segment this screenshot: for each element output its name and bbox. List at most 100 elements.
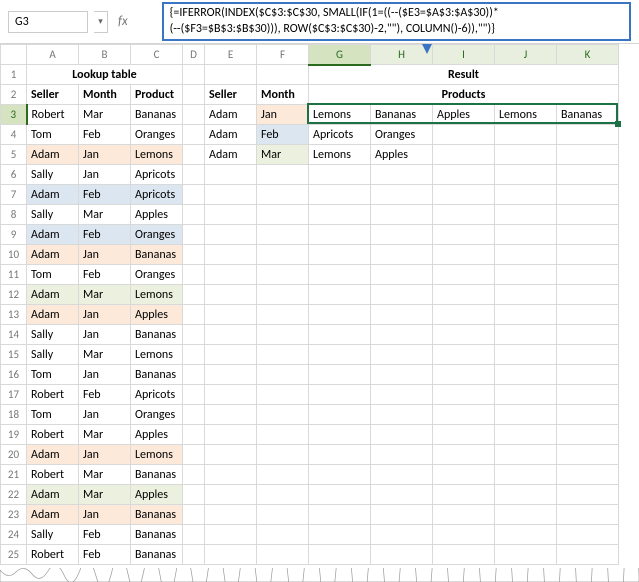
cell-A17[interactable]: Robert <box>27 385 79 405</box>
cell-B22[interactable]: Mar <box>79 485 131 505</box>
row-header-11[interactable]: 11 <box>1 265 27 285</box>
cell-K14[interactable] <box>557 325 619 345</box>
hdr-product[interactable]: Product <box>131 85 183 105</box>
cell-H15[interactable] <box>371 345 433 365</box>
cell-J8[interactable] <box>495 205 557 225</box>
cell-E13[interactable] <box>205 305 257 325</box>
cell-K11[interactable] <box>557 265 619 285</box>
cell-K16[interactable] <box>557 365 619 385</box>
cell-G19[interactable] <box>309 425 371 445</box>
cell-K3[interactable]: Bananas <box>557 105 619 125</box>
cell-K12[interactable] <box>557 285 619 305</box>
col-header-F[interactable]: F <box>257 45 309 65</box>
cell-I23[interactable] <box>433 505 495 525</box>
cell-B12[interactable]: Mar <box>79 285 131 305</box>
cell-B19[interactable]: Mar <box>79 425 131 445</box>
cell-C9[interactable]: Oranges <box>131 225 183 245</box>
cell-J16[interactable] <box>495 365 557 385</box>
cell-G21[interactable] <box>309 465 371 485</box>
cell-J3[interactable]: Lemons <box>495 105 557 125</box>
cell-J23[interactable] <box>495 505 557 525</box>
cell-B14[interactable]: Jan <box>79 325 131 345</box>
row-header-20[interactable]: 20 <box>1 445 27 465</box>
cell-C14[interactable]: Bananas <box>131 325 183 345</box>
cell-K13[interactable] <box>557 305 619 325</box>
col-header-K[interactable]: K <box>557 45 619 65</box>
cell-A3[interactable]: Robert <box>27 105 79 125</box>
name-box[interactable]: G3 <box>8 11 88 33</box>
cell-C23[interactable]: Bananas <box>131 505 183 525</box>
cell-C11[interactable]: Oranges <box>131 265 183 285</box>
cell-F5[interactable]: Mar <box>257 145 309 165</box>
cell-G3[interactable]: Lemons <box>309 105 371 125</box>
row-header-19[interactable]: 19 <box>1 425 27 445</box>
cell-G25[interactable] <box>309 545 371 565</box>
cell-A25[interactable]: Robert <box>27 545 79 565</box>
cell-A4[interactable]: Tom <box>27 125 79 145</box>
cell-B7[interactable]: Feb <box>79 185 131 205</box>
cell-F22[interactable] <box>257 485 309 505</box>
cell-H18[interactable] <box>371 405 433 425</box>
cell-I21[interactable] <box>433 465 495 485</box>
cell-F25[interactable] <box>257 545 309 565</box>
cell-E5[interactable]: Adam <box>205 145 257 165</box>
cell-K6[interactable] <box>557 165 619 185</box>
cell-E24[interactable] <box>205 525 257 545</box>
cell-J20[interactable] <box>495 445 557 465</box>
cell-A12[interactable]: Adam <box>27 285 79 305</box>
cell-J18[interactable] <box>495 405 557 425</box>
cell-B15[interactable]: Mar <box>79 345 131 365</box>
lookup-table-title[interactable]: Lookup table <box>27 65 183 85</box>
cell-A7[interactable]: Adam <box>27 185 79 205</box>
cell-D20[interactable] <box>183 445 205 465</box>
cell-C5[interactable]: Lemons <box>131 145 183 165</box>
cell-J21[interactable] <box>495 465 557 485</box>
col-header-J[interactable]: J <box>495 45 557 65</box>
cell-D4[interactable] <box>183 125 205 145</box>
cell-G17[interactable] <box>309 385 371 405</box>
cell-C15[interactable]: Lemons <box>131 345 183 365</box>
cell-J5[interactable] <box>495 145 557 165</box>
cell-G12[interactable] <box>309 285 371 305</box>
cell-A8[interactable]: Sally <box>27 205 79 225</box>
cell-F24[interactable] <box>257 525 309 545</box>
cell-B10[interactable]: Jan <box>79 245 131 265</box>
cell-A10[interactable]: Adam <box>27 245 79 265</box>
cell-K17[interactable] <box>557 385 619 405</box>
cell-B17[interactable]: Feb <box>79 385 131 405</box>
row-header-24[interactable]: 24 <box>1 525 27 545</box>
row-header-8[interactable]: 8 <box>1 205 27 225</box>
cell-F7[interactable] <box>257 185 309 205</box>
cell-I8[interactable] <box>433 205 495 225</box>
select-all-corner[interactable] <box>1 45 27 65</box>
cell-J13[interactable] <box>495 305 557 325</box>
col-header-C[interactable]: C <box>131 45 183 65</box>
cell-A11[interactable]: Tom <box>27 265 79 285</box>
cell-H21[interactable] <box>371 465 433 485</box>
cell-I19[interactable] <box>433 425 495 445</box>
cell-G11[interactable] <box>309 265 371 285</box>
cell-F14[interactable] <box>257 325 309 345</box>
cell-I20[interactable] <box>433 445 495 465</box>
cell-K20[interactable] <box>557 445 619 465</box>
cell-G13[interactable] <box>309 305 371 325</box>
formula-bar[interactable]: {=IFERROR(INDEX($C$3:$C$30, SMALL(IF(1=(… <box>162 2 631 41</box>
cell-H3[interactable]: Bananas <box>371 105 433 125</box>
cell-B11[interactable]: Feb <box>79 265 131 285</box>
cell-I15[interactable] <box>433 345 495 365</box>
cell-H4[interactable]: Oranges <box>371 125 433 145</box>
cell-H25[interactable] <box>371 545 433 565</box>
cell-A19[interactable]: Robert <box>27 425 79 445</box>
cell-G24[interactable] <box>309 525 371 545</box>
cell-G9[interactable] <box>309 225 371 245</box>
cell-J22[interactable] <box>495 485 557 505</box>
col-header-A[interactable]: A <box>27 45 79 65</box>
cell-C21[interactable]: Bananas <box>131 465 183 485</box>
cell-I11[interactable] <box>433 265 495 285</box>
cell-K19[interactable] <box>557 425 619 445</box>
cell-E1[interactable] <box>205 65 257 85</box>
cell-D18[interactable] <box>183 405 205 425</box>
row-header-12[interactable]: 12 <box>1 285 27 305</box>
cell-C13[interactable]: Apples <box>131 305 183 325</box>
cell-D1[interactable] <box>183 65 205 85</box>
